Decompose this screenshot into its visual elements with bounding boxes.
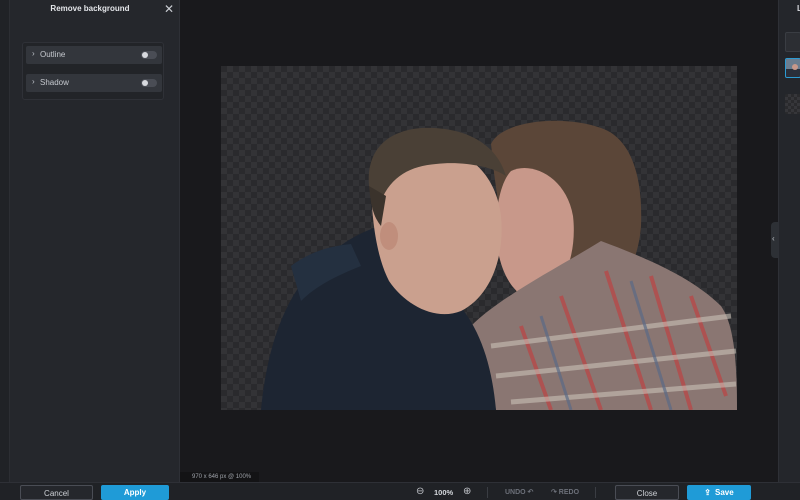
cutout-photo xyxy=(261,120,737,410)
outline-label: Outline xyxy=(40,50,66,59)
toggle-knob xyxy=(142,80,148,86)
chevron-left-icon: ‹ xyxy=(772,234,775,243)
undo-button[interactable]: UNDO ↶ xyxy=(505,488,533,496)
close-button[interactable]: Close xyxy=(615,485,679,500)
zoom-out-icon[interactable]: ⊖ xyxy=(416,486,424,497)
save-label: Save xyxy=(715,488,734,497)
toggle-knob xyxy=(142,52,148,58)
image-canvas[interactable] xyxy=(221,66,737,410)
layer-thumbnail-photo[interactable] xyxy=(785,58,800,78)
canvas-area: 970 x 646 px @ 100% xyxy=(180,0,778,482)
divider xyxy=(487,487,488,498)
cancel-button[interactable]: Cancel xyxy=(20,485,93,500)
options-group: › Outline › Shadow xyxy=(22,42,164,100)
panel-title: Remove background xyxy=(50,4,130,13)
zoom-in-icon[interactable]: ⊕ xyxy=(463,486,471,497)
layer-thumbnail-blank[interactable] xyxy=(785,32,800,52)
remove-background-panel: Remove background ✕ › Outline › Shadow xyxy=(0,0,180,482)
image-dimensions-label: 970 x 646 px @ 100% xyxy=(180,472,260,482)
redo-button[interactable]: ↷ REDO xyxy=(551,488,579,496)
layers-panel: L xyxy=(778,0,800,482)
outline-option[interactable]: › Outline xyxy=(26,46,162,64)
outline-toggle[interactable] xyxy=(141,51,157,59)
photo-editor-app: Remove background ✕ › Outline › Shadow 9… xyxy=(0,0,800,500)
save-icon: ⇪ xyxy=(704,488,711,497)
layer-thumbnail-transparent[interactable] xyxy=(785,94,800,114)
chevron-right-icon: › xyxy=(32,49,35,58)
photo-thumb-image xyxy=(786,59,800,77)
left-tool-strip xyxy=(0,0,10,482)
chevron-right-icon: › xyxy=(32,77,35,86)
shadow-toggle[interactable] xyxy=(141,79,157,87)
apply-button[interactable]: Apply xyxy=(101,485,169,500)
shadow-label: Shadow xyxy=(40,78,69,87)
bottom-toolbar: Cancel Apply ⊖ 100% ⊕ UNDO ↶ ↷ REDO Clos… xyxy=(0,482,800,500)
close-icon[interactable]: ✕ xyxy=(164,2,174,16)
divider xyxy=(595,487,596,498)
save-button[interactable]: ⇪ Save xyxy=(687,485,751,500)
shadow-option[interactable]: › Shadow xyxy=(26,74,162,92)
panel-header: Remove background ✕ xyxy=(10,0,180,20)
zoom-level: 100% xyxy=(434,488,454,497)
